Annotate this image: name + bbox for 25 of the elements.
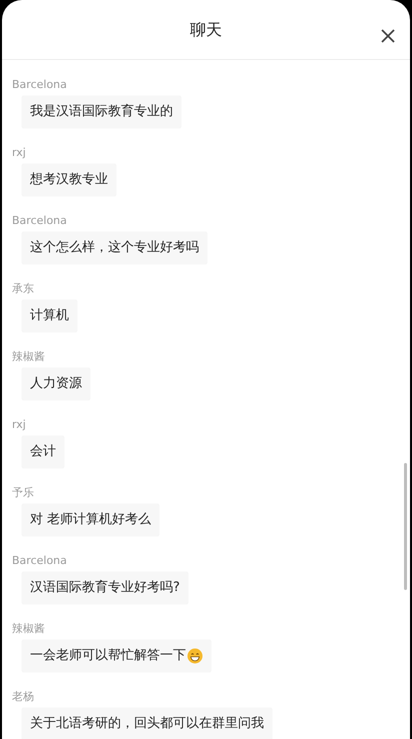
sender-name: Barcelona bbox=[12, 78, 67, 92]
sender-name: Barcelona bbox=[12, 554, 67, 568]
message-text: 会计 bbox=[30, 443, 56, 462]
grinning-face-icon bbox=[187, 648, 203, 664]
sender-name: rxj bbox=[12, 418, 26, 432]
sender-name: 辣椒酱 bbox=[12, 622, 45, 636]
sender-name: 承东 bbox=[12, 282, 34, 296]
message-text: 这个怎么样，这个专业好考吗 bbox=[30, 239, 199, 258]
message-text: 一会老师可以帮忙解答一下 bbox=[30, 647, 186, 666]
sender-name: 予乐 bbox=[12, 486, 34, 500]
scrollbar[interactable] bbox=[404, 463, 407, 590]
message-text: 人力资源 bbox=[30, 375, 82, 394]
close-icon bbox=[381, 29, 395, 43]
message-text: 我是汉语国际教育专业的 bbox=[30, 102, 173, 122]
sender-name: 老杨 bbox=[12, 690, 34, 704]
message-text: 汉语国际教育专业好考吗? bbox=[30, 578, 180, 598]
message-text: 关于北语考研的，回头都可以在群里问我 bbox=[30, 715, 264, 734]
header-title: 聊天 bbox=[190, 18, 222, 40]
sender-name: 辣椒酱 bbox=[12, 350, 45, 364]
message-text: 计算机 bbox=[30, 307, 69, 326]
close-button[interactable] bbox=[380, 28, 396, 44]
sender-name: rxj bbox=[12, 146, 26, 160]
message-text: 想考汉教专业 bbox=[30, 171, 108, 190]
message-text: 对 老师计算机好考么 bbox=[30, 511, 152, 530]
sender-name: Barcelona bbox=[12, 214, 67, 228]
